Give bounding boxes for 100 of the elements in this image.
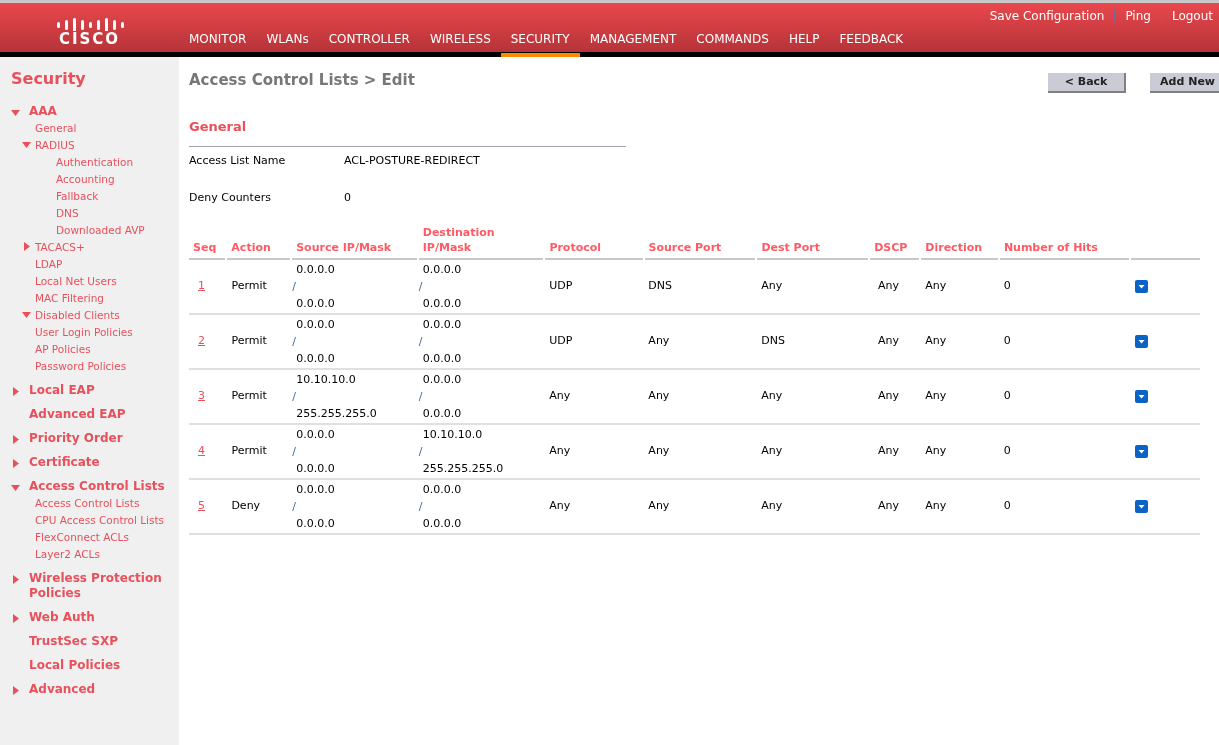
- seq-link[interactable]: 4: [195, 443, 208, 457]
- sidebar-item[interactable]: Fallback: [56, 188, 99, 205]
- table-cell: Permit: [231, 388, 267, 402]
- nav-tab[interactable]: HELP: [778, 28, 830, 57]
- seq-link[interactable]: 3: [195, 388, 208, 402]
- sidebar-item[interactable]: RADIUS: [35, 137, 75, 154]
- header-link[interactable]: Ping: [1125, 7, 1151, 25]
- seq-link[interactable]: 2: [195, 333, 208, 347]
- column-header: Seq: [193, 239, 218, 255]
- separator-slash: /: [418, 443, 423, 460]
- action-button[interactable]: < Back: [1048, 73, 1127, 93]
- header-link[interactable]: Logout: [1171, 7, 1213, 25]
- sidebar-item[interactable]: TrustSec SXP: [29, 634, 177, 649]
- sidebar-item[interactable]: Priority Order: [29, 431, 177, 446]
- table-cell: UDP: [549, 333, 573, 347]
- sidebar-item[interactable]: Disabled Clients: [35, 307, 120, 324]
- table-cell: Permit: [231, 443, 267, 457]
- field-label: Access List Name: [189, 152, 287, 169]
- sidebar-item[interactable]: Access Control Lists: [35, 495, 140, 512]
- table-cell: Any: [878, 333, 900, 347]
- sidebar-item[interactable]: Local EAP: [29, 383, 177, 398]
- sidebar-item[interactable]: Access Control Lists: [29, 479, 177, 494]
- nav-tab[interactable]: WLANs: [256, 28, 319, 57]
- sidebar-item[interactable]: Advanced EAP: [29, 407, 177, 422]
- table-cell: 0: [1003, 498, 1011, 512]
- action-button[interactable]: Add New: [1150, 73, 1219, 93]
- separator-slash: /: [292, 443, 296, 460]
- sidebar-item[interactable]: CPU Access Control Lists: [35, 512, 165, 529]
- sidebar-item[interactable]: Local Policies: [29, 658, 177, 673]
- sidebar-item[interactable]: LDAP: [35, 256, 63, 273]
- separator-slash: /: [292, 388, 296, 405]
- column-header: Action: [231, 239, 272, 255]
- field-value: ACL-POSTURE-REDIRECT: [344, 152, 480, 169]
- mask-address: 0.0.0.0: [295, 295, 336, 312]
- field-label: Deny Counters: [189, 190, 272, 206]
- table-cell: 0: [1003, 278, 1011, 292]
- sidebar-item[interactable]: Password Policies: [35, 358, 127, 375]
- column-header: Direction: [925, 239, 984, 255]
- table-cell: 0: [1003, 388, 1011, 402]
- mask-address: 0.0.0.0: [421, 350, 463, 367]
- sidebar-item[interactable]: Downloaded AVP: [56, 222, 145, 239]
- table-cell: Any: [761, 278, 783, 292]
- column-header: Destination IP/Mask: [422, 224, 496, 255]
- header-link[interactable]: Save Configuration: [989, 7, 1105, 25]
- sidebar-item[interactable]: Advanced: [29, 682, 177, 697]
- ip-address: 0.0.0.0: [421, 316, 463, 333]
- ip-address: 0.0.0.0: [421, 481, 463, 498]
- table-cell: Any: [549, 443, 571, 457]
- mask-address: 0.0.0.0: [295, 350, 336, 367]
- table-cell: UDP: [549, 278, 573, 292]
- field-value: 0: [344, 190, 351, 206]
- table-cell: DNS: [761, 333, 785, 347]
- table-cell: Any: [925, 278, 947, 292]
- sidebar-item[interactable]: Authentication: [56, 154, 134, 171]
- table-cell: Any: [878, 443, 900, 457]
- table-cell: Any: [648, 443, 670, 457]
- nav-tab[interactable]: COMMANDS: [686, 28, 779, 57]
- mask-address: 0.0.0.0: [421, 405, 463, 422]
- mask-address: 0.0.0.0: [421, 295, 463, 312]
- ip-address: 0.0.0.0: [421, 371, 463, 388]
- nav-tab[interactable]: CONTROLLER: [318, 28, 420, 57]
- table-cell: Any: [549, 388, 571, 402]
- table-cell: 0: [1003, 333, 1011, 347]
- column-header: Protocol: [549, 239, 603, 255]
- separator-slash: /: [418, 498, 423, 515]
- ip-address: 10.10.10.0: [295, 371, 357, 388]
- sidebar-item[interactable]: Web Auth: [29, 610, 177, 625]
- sidebar-item[interactable]: Layer2 ACLs: [35, 546, 100, 563]
- table-cell: Any: [925, 498, 947, 512]
- seq-link[interactable]: 5: [195, 498, 208, 512]
- mask-address: 255.255.255.0: [421, 460, 505, 477]
- sidebar-item[interactable]: AP Policies: [35, 341, 91, 358]
- sidebar-item[interactable]: Wireless Protection Policies: [29, 571, 177, 601]
- sidebar-item[interactable]: General: [35, 120, 77, 137]
- sidebar-item[interactable]: Local Net Users: [35, 273, 117, 290]
- table-cell: Any: [761, 443, 783, 457]
- sidebar-item[interactable]: FlexConnect ACLs: [35, 529, 129, 546]
- sidebar-item[interactable]: User Login Policies: [35, 324, 133, 341]
- sidebar-item[interactable]: Accounting: [56, 171, 115, 188]
- ip-address: 0.0.0.0: [295, 261, 336, 278]
- table-cell: Permit: [231, 278, 267, 292]
- nav-tab[interactable]: WIRELESS: [419, 28, 501, 57]
- sidebar-item[interactable]: DNS: [56, 205, 79, 222]
- ip-address: 10.10.10.0: [421, 426, 484, 443]
- sidebar-item[interactable]: AAA: [29, 104, 177, 119]
- nav-tab[interactable]: MANAGEMENT: [579, 28, 687, 57]
- seq-link[interactable]: 1: [195, 278, 208, 292]
- sidebar-item[interactable]: Certificate: [29, 455, 177, 470]
- separator-slash: /: [292, 498, 296, 515]
- table-cell: Any: [648, 498, 670, 512]
- table-cell: Any: [878, 498, 900, 512]
- table-cell: Any: [878, 388, 900, 402]
- column-header: Source Port: [648, 239, 723, 255]
- nav-tab[interactable]: FEEDBACK: [829, 28, 914, 57]
- sidebar-item[interactable]: TACACS+: [35, 239, 85, 256]
- nav-tab[interactable]: MONITOR: [179, 28, 257, 57]
- sidebar-title: Security: [10, 68, 87, 90]
- table-cell: 0: [1003, 443, 1011, 457]
- mask-address: 255.255.255.0: [295, 405, 378, 422]
- sidebar-item[interactable]: MAC Filtering: [35, 290, 104, 307]
